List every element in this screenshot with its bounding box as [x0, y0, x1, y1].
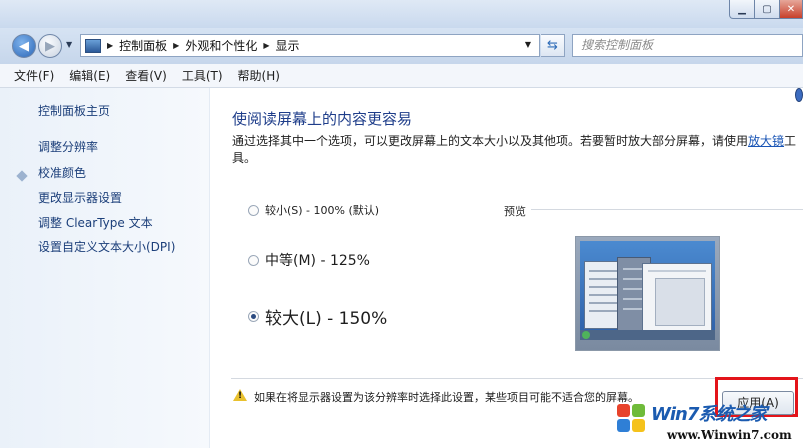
preview-label: 预览: [504, 205, 526, 218]
option-medium-label: 中等(M) - 125%: [265, 253, 370, 269]
menu-tools[interactable]: 工具(T): [182, 67, 223, 84]
maximize-icon: ▢: [762, 3, 772, 15]
sidebar-item-display-settings[interactable]: 更改显示器设置: [38, 189, 122, 206]
windows-flag-icon: [617, 404, 647, 434]
menu-view[interactable]: 查看(V): [125, 67, 167, 84]
page-title: 使阅读屏幕上的内容更容易: [232, 110, 413, 128]
page-description: 通过选择其中一个选项，可以更改屏幕上的文本大小以及其他项。若要暂时放大部分屏幕，…: [232, 133, 802, 167]
sidebar-home-link[interactable]: 控制面板主页: [38, 102, 110, 119]
sidebar-item-custom-dpi[interactable]: 设置自定义文本大小(DPI): [38, 238, 175, 255]
radio-medium[interactable]: [248, 254, 259, 266]
breadcrumb-control-panel[interactable]: 控制面板: [119, 37, 167, 54]
sidebar-item-resolution[interactable]: 调整分辨率: [38, 138, 98, 155]
warning-text: 如果在将显示器设置为该分辨率时选择此设置，某些项目可能不适合您的屏幕。: [254, 391, 639, 404]
preview-taskbar: [580, 330, 715, 340]
chevron-right-icon[interactable]: ▶: [263, 41, 269, 50]
maximize-button[interactable]: ▢: [755, 0, 780, 19]
sidebar: 控制面板主页 调整分辨率 校准颜色 更改显示器设置 调整 ClearType 文…: [0, 88, 210, 448]
warning-icon-mark: !: [238, 391, 243, 401]
menu-edit[interactable]: 编辑(E): [69, 67, 110, 84]
recent-pages-dropdown[interactable]: ▼: [66, 40, 72, 49]
refresh-button[interactable]: ⇆: [541, 34, 565, 57]
back-button[interactable]: ◀: [12, 34, 36, 58]
watermark-brand: Win7系统之家: [651, 404, 767, 425]
help-icon[interactable]: [795, 88, 803, 102]
minimize-button[interactable]: ▁: [729, 0, 755, 19]
menu-file[interactable]: 文件(F): [14, 67, 54, 84]
sidebar-item-cleartype[interactable]: 调整 ClearType 文本: [38, 214, 153, 231]
refresh-icon: ⇆: [547, 38, 558, 53]
address-row: ◀ ▶ ▼ ▶ 控制面板 ▶ 外观和个性化 ▶ 显示 ▼ ⇆ 搜索控制面板: [0, 28, 803, 64]
title-bar: ▁ ▢ ✕: [0, 0, 803, 28]
address-bar[interactable]: ▶ 控制面板 ▶ 外观和个性化 ▶ 显示 ▼: [80, 34, 540, 57]
preview-divider: [531, 209, 803, 210]
search-input[interactable]: 搜索控制面板: [572, 34, 803, 57]
close-button[interactable]: ✕: [780, 0, 803, 19]
radio-larger[interactable]: [248, 311, 259, 322]
preview-monitor-image: [575, 236, 720, 351]
radio-smaller[interactable]: [248, 204, 259, 216]
description-text: 通过选择其中一个选项，可以更改屏幕上的文本大小以及其他项。若要暂时放大部分屏幕，…: [232, 134, 749, 148]
preview-screen: [580, 241, 715, 340]
arrow-right-icon: ▶: [45, 38, 55, 54]
main-content: 使阅读屏幕上的内容更容易 通过选择其中一个选项，可以更改屏幕上的文本大小以及其他…: [211, 88, 803, 448]
arrow-left-icon: ◀: [19, 38, 29, 54]
menu-bar: 文件(F) 编辑(E) 查看(V) 工具(T) 帮助(H): [0, 64, 803, 88]
forward-button[interactable]: ▶: [38, 34, 62, 58]
watermark-url: www.Winwin7.com: [667, 428, 792, 442]
magnifier-link[interactable]: 放大镜: [748, 134, 784, 148]
start-orb-icon: [582, 331, 590, 339]
minimize-icon: ▁: [738, 3, 746, 15]
option-medium[interactable]: 中等(M) - 125%: [248, 250, 370, 270]
control-panel-icon: [85, 38, 101, 53]
close-icon: ✕: [786, 3, 796, 15]
breadcrumb-display[interactable]: 显示: [276, 37, 300, 54]
sidebar-item-calibrate-color[interactable]: 校准颜色: [38, 164, 86, 181]
option-larger[interactable]: 较大(L) - 150%: [248, 304, 387, 329]
chevron-right-icon[interactable]: ▶: [107, 41, 113, 50]
address-dropdown-icon[interactable]: ▼: [525, 40, 531, 49]
option-smaller-label: 较小(S) - 100% (默认): [265, 204, 380, 217]
chevron-right-icon[interactable]: ▶: [173, 41, 179, 50]
watermark-logo: Win7系统之家 www.Winwin7.com: [617, 400, 803, 448]
option-larger-label: 较大(L) - 150%: [265, 309, 388, 329]
menu-help[interactable]: 帮助(H): [238, 67, 280, 84]
shield-icon: [16, 170, 28, 182]
preview-window: [642, 263, 712, 335]
option-smaller[interactable]: 较小(S) - 100% (默认): [248, 202, 379, 218]
breadcrumb-appearance[interactable]: 外观和个性化: [185, 37, 257, 54]
